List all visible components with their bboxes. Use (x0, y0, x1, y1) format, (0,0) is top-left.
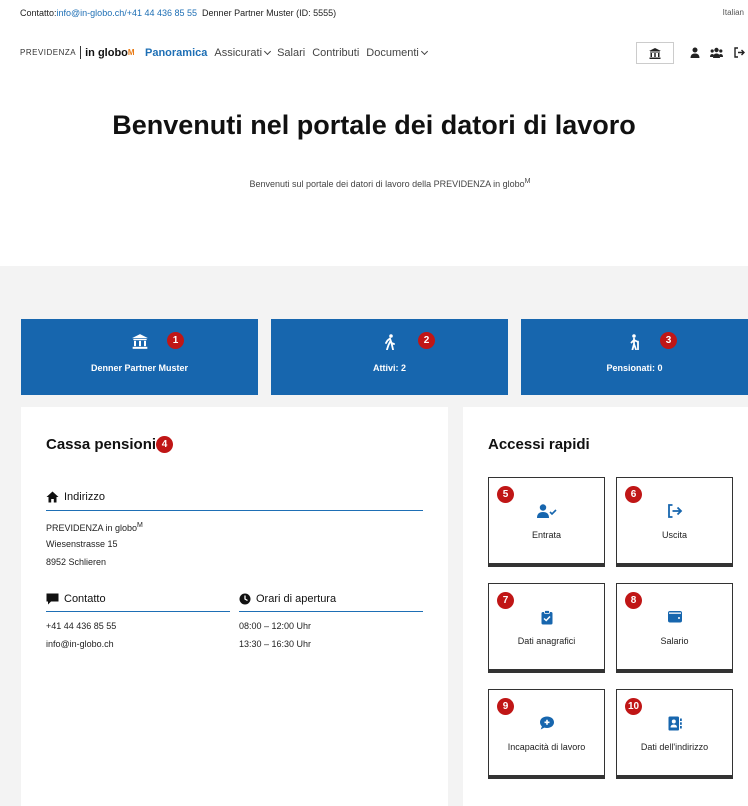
user-icon[interactable] (690, 47, 700, 58)
annotation-badge: 4 (156, 436, 173, 453)
comment-icon (46, 593, 59, 605)
logo-name: in globo (85, 46, 128, 59)
quick-access-title: Accessi rapidi (488, 436, 590, 453)
logout-icon[interactable] (734, 47, 745, 58)
logo[interactable]: PREVIDENZA in globo M (20, 46, 135, 59)
menu-assicurati[interactable]: Assicurati (214, 47, 272, 59)
address-line-1-mark: M (137, 522, 143, 529)
tile-pensioners-label: Pensionati: 0 (606, 363, 663, 373)
tile-active[interactable]: 2 Attivi: 2 (271, 319, 508, 395)
partner-label: Denner Partner Muster (ID: 5555) (202, 8, 337, 18)
comment-medical-icon (539, 716, 554, 730)
clock-icon (239, 593, 251, 605)
wallet-icon (667, 611, 682, 623)
page-subtitle-mark: M (524, 178, 531, 185)
quick-dati-anagrafici-label: Dati anagrafici (517, 636, 576, 646)
quick-dati-indirizzo-label: Dati dell'indirizzo (640, 742, 709, 752)
quick-salario-label: Salario (660, 636, 689, 646)
annotation-badge: 5 (497, 486, 514, 503)
language-selector[interactable]: Italian (723, 8, 744, 17)
users-icon[interactable] (710, 47, 723, 58)
quick-uscita[interactable]: 6 Uscita (616, 477, 733, 567)
quick-entrata[interactable]: 5 Entrata (488, 477, 605, 567)
page-subtitle-text: Benvenuti sul portale dei datori di lavo… (249, 179, 525, 189)
top-contact-bar: Contatto: info@in-globo.ch /+41 44 436 8… (0, 0, 748, 26)
contact-email-link[interactable]: info@in-globo.ch (57, 8, 125, 18)
sign-out-icon (667, 504, 682, 518)
contact-email[interactable]: info@in-globo.ch (46, 635, 114, 653)
annotation-badge: 6 (625, 486, 642, 503)
quick-salario[interactable]: 8 Salario (616, 583, 733, 673)
walking-person-icon (384, 334, 395, 350)
hours-heading-label: Orari di apertura (256, 593, 337, 605)
annotation-badge: 7 (497, 592, 514, 609)
main-navbar: PREVIDENZA in globo M Panoramica Assicur… (0, 38, 748, 68)
address-heading-label: Indirizzo (64, 491, 105, 503)
menu-documenti-label: Documenti (366, 47, 419, 59)
divider (46, 510, 423, 511)
address-line-1: PREVIDENZA in globoM (46, 517, 143, 537)
tile-employer[interactable]: 1 Denner Partner Muster (21, 319, 258, 395)
address-line-3: 8952 Schlieren (46, 557, 107, 567)
clipboard-check-icon (541, 610, 552, 625)
quick-uscita-label: Uscita (661, 530, 687, 540)
bank-icon (131, 334, 148, 349)
contact-phone[interactable]: +41 44 436 85 55 (46, 617, 116, 635)
quick-dati-anagrafici[interactable]: 7 Dati anagrafici (488, 583, 605, 673)
main-menu: Panoramica Assicurati Salari Contributi … (145, 47, 428, 59)
page-subtitle: Benvenuti sul portale dei datori di lavo… (0, 178, 748, 189)
chevron-down-icon (420, 47, 428, 56)
annotation-badge: 3 (660, 332, 677, 349)
home-icon (46, 491, 59, 503)
logo-brand: PREVIDENZA (20, 48, 77, 57)
bank-icon (649, 47, 661, 59)
address-line-2: Wiesenstrasse 15 (46, 539, 118, 549)
elderly-person-icon (630, 334, 639, 350)
cassa-title: Cassa pensioni (46, 436, 157, 453)
menu-assicurati-label: Assicurati (214, 47, 263, 59)
hours-heading: Orari di apertura (239, 593, 336, 605)
tile-employer-label: Denner Partner Muster (90, 363, 189, 373)
hours-line-2: 13:30 – 16:30 Uhr (239, 639, 312, 649)
quick-incapacita[interactable]: 9 Incapacità di lavoro (488, 689, 605, 779)
menu-contributi[interactable]: Contributi (312, 47, 359, 59)
menu-salari[interactable]: Salari (277, 47, 305, 59)
annotation-badge: 1 (167, 332, 184, 349)
institution-button[interactable] (636, 42, 674, 64)
annotation-badge: 2 (418, 332, 435, 349)
hours-line-1: 08:00 – 12:00 Uhr (239, 621, 312, 631)
annotation-badge: 10 (625, 698, 642, 715)
contact-label: Contatto: (20, 8, 57, 18)
quick-entrata-label: Entrata (531, 530, 562, 540)
address-heading: Indirizzo (46, 491, 105, 503)
page-title: Benvenuti nel portale dei datori di lavo… (112, 110, 636, 140)
contact-heading-label: Contatto (64, 593, 106, 605)
menu-panoramica[interactable]: Panoramica (145, 47, 207, 59)
annotation-badge: 9 (497, 698, 514, 715)
chevron-down-icon (264, 47, 272, 56)
logo-mark: M (127, 48, 136, 57)
tile-active-label: Attivi: 2 (372, 363, 406, 373)
divider (46, 611, 230, 612)
user-check-icon (536, 504, 557, 518)
address-book-icon (668, 716, 682, 731)
annotation-badge: 8 (625, 592, 642, 609)
quick-dati-indirizzo[interactable]: 10 Dati dell'indirizzo (616, 689, 733, 779)
divider (239, 611, 423, 612)
contact-phone-link[interactable]: /+41 44 436 85 55 (124, 8, 197, 18)
address-line-1-text: PREVIDENZA in globo (46, 523, 138, 533)
tile-pensioners[interactable]: 3 Pensionati: 0 (521, 319, 748, 395)
cassa-pensioni-panel (21, 407, 448, 806)
menu-documenti[interactable]: Documenti (366, 47, 428, 59)
quick-incapacita-label: Incapacità di lavoro (507, 742, 586, 752)
contact-heading: Contatto (46, 593, 106, 605)
